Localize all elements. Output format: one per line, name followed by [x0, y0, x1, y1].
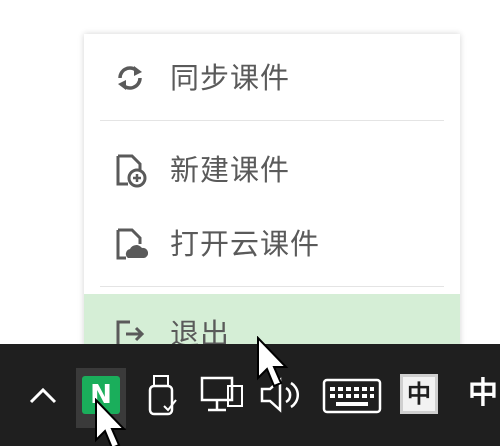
show-hidden-icons-chevron-icon[interactable] — [28, 386, 58, 406]
usb-device-icon[interactable] — [146, 372, 182, 418]
menu-item-sync[interactable]: 同步课件 — [84, 38, 460, 114]
menu-divider — [100, 120, 444, 121]
menu-item-new-courseware[interactable]: 新建课件 — [84, 130, 460, 206]
cloud-file-icon — [116, 228, 148, 260]
ime-label: 中 — [407, 380, 431, 408]
taskbar: N 中 中 — [0, 344, 500, 446]
touch-keyboard-icon[interactable] — [322, 378, 382, 414]
network-icon[interactable] — [198, 372, 246, 418]
ime-indicator[interactable]: 中 — [400, 374, 438, 414]
tray-context-menu: 同步课件 新建课件 打开云课件 退出 — [84, 34, 460, 370]
menu-divider — [100, 286, 444, 287]
partial-tray-label: 中 — [468, 376, 498, 411]
sync-icon — [118, 66, 142, 90]
menu-item-label: 打开云课件 — [170, 227, 321, 261]
mouse-cursor-icon — [95, 398, 127, 446]
new-file-icon — [116, 154, 147, 188]
menu-item-label: 新建课件 — [170, 153, 291, 187]
menu-item-label: 同步课件 — [170, 61, 291, 95]
mouse-cursor-icon — [257, 336, 289, 388]
menu-item-open-cloud-courseware[interactable]: 打开云课件 — [84, 204, 460, 280]
partial-tray-item[interactable]: 中 — [468, 372, 500, 416]
